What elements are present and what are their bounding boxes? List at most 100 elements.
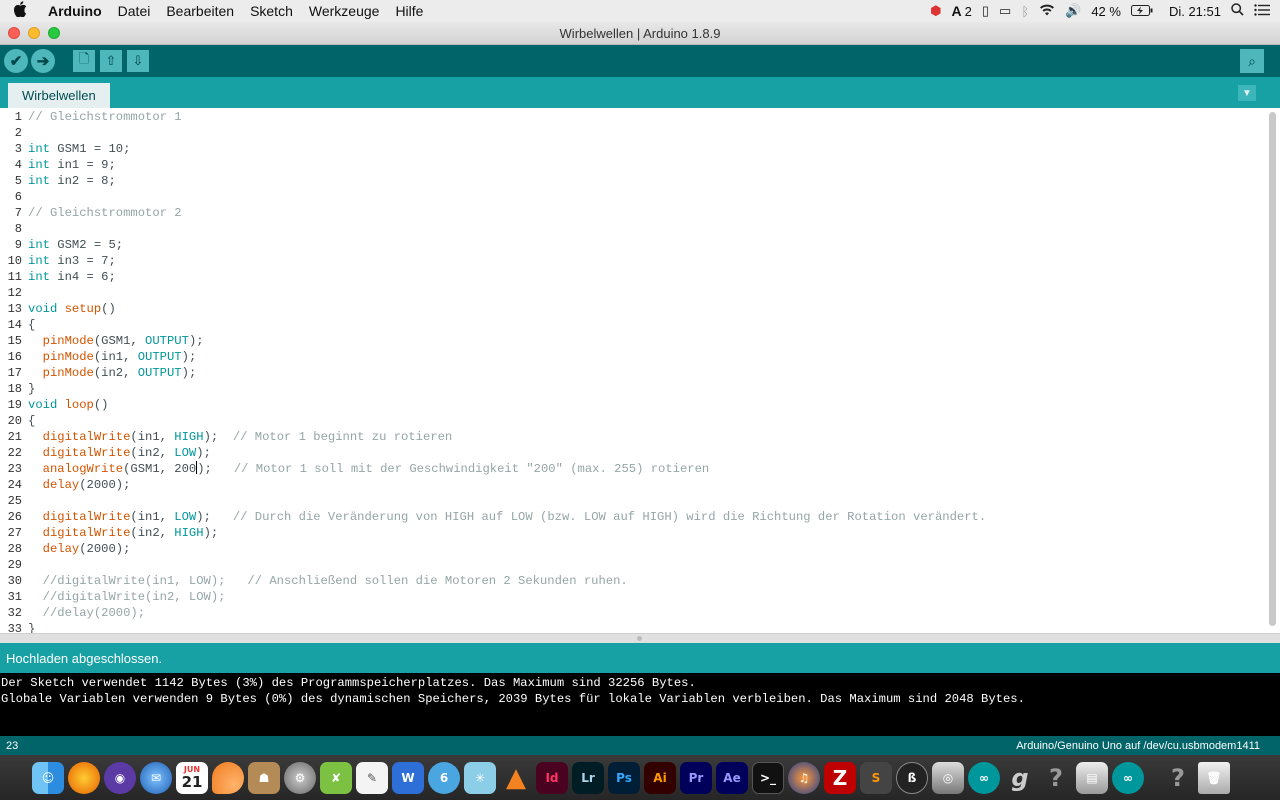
code-editor[interactable]: 1 2 3 4 5 6 7 8 9 10 11 12 13 14 15 16 17 18 19 20 21 22 23 24 2…	[0, 108, 1280, 633]
after-effects-icon[interactable]: Ae	[716, 761, 748, 794]
adobe-status[interactable]: A 2	[952, 3, 972, 19]
battery-percent: 42 %	[1091, 3, 1121, 19]
audio-app-icon[interactable]: ♫	[788, 761, 820, 794]
line-number: 29	[7, 558, 22, 572]
terminal-icon[interactable]: >_	[752, 761, 784, 794]
code-line[interactable]: delay(2000);	[28, 541, 131, 557]
code-line[interactable]: // Gleichstrommotor 2	[28, 205, 182, 221]
code-line[interactable]: void loop()	[28, 397, 109, 413]
code-line[interactable]: {	[28, 317, 35, 333]
board-port-info: Arduino/Genuino Uno auf /dev/cu.usbmodem…	[1016, 739, 1260, 752]
filezilla-icon[interactable]: Z	[824, 761, 856, 794]
code-line[interactable]: digitalWrite(in2, HIGH);	[28, 525, 219, 541]
wifi-icon[interactable]	[1039, 4, 1055, 19]
contacts-icon[interactable]: ☗	[248, 761, 280, 794]
panel-splitter[interactable]	[0, 633, 1280, 643]
code-line[interactable]: //digitalWrite(in1, LOW); // Anschließen…	[28, 573, 628, 589]
swirl-app-icon[interactable]: 6	[428, 761, 460, 794]
code-line[interactable]: analogWrite(GSM1, 200); // Motor 1 soll …	[28, 461, 709, 477]
indesign-icon[interactable]: Id	[536, 761, 568, 794]
sublime-like-app-icon[interactable]: S	[860, 761, 892, 794]
code-line[interactable]: }	[28, 381, 35, 397]
window-minimize-button[interactable]	[28, 27, 40, 39]
podcast-app-icon[interactable]: ◉	[104, 761, 136, 794]
unknown-app-icon[interactable]: ?	[1040, 762, 1072, 794]
menu-werkzeuge[interactable]: Werkzeuge	[301, 3, 388, 19]
serial-monitor-button[interactable]: ⌕	[1240, 49, 1264, 73]
line-number: 15	[7, 334, 22, 348]
g-app-icon[interactable]: g	[1004, 762, 1036, 794]
splitter-handle-icon	[637, 636, 642, 641]
help-icon[interactable]: ?	[1162, 762, 1194, 794]
code-line[interactable]: }	[28, 621, 35, 633]
arduino-running-icon[interactable]: ∞	[1112, 761, 1144, 794]
code-line[interactable]: int in1 = 9;	[28, 157, 116, 173]
adobe-count: 2	[964, 3, 972, 19]
code-line[interactable]: delay(2000);	[28, 477, 131, 493]
network-app-icon[interactable]: ✳	[464, 761, 496, 794]
window-close-button[interactable]	[8, 27, 20, 39]
code-line[interactable]: int in3 = 7;	[28, 253, 116, 269]
thunderbird-icon[interactable]: ✉	[140, 761, 172, 794]
code-line[interactable]: pinMode(in2, OUTPUT);	[28, 365, 197, 381]
verify-button[interactable]: ✔	[4, 49, 28, 73]
menu-datei[interactable]: Datei	[110, 3, 159, 19]
arduino-icon[interactable]: ∞	[968, 761, 1000, 794]
clipboard-icon[interactable]: ▯	[982, 3, 989, 19]
apple-menu-icon[interactable]	[0, 0, 40, 22]
code-line[interactable]: //digitalWrite(in2, LOW);	[28, 589, 226, 605]
ibooks-like-app-icon[interactable]: ß	[896, 761, 928, 794]
vlc-icon[interactable]: ▲	[500, 762, 532, 794]
code-line[interactable]: digitalWrite(in1, LOW); // Durch die Ver…	[28, 509, 987, 525]
lightroom-icon[interactable]: Lr	[572, 761, 604, 794]
code-line[interactable]: int in2 = 8;	[28, 173, 116, 189]
line-number: 27	[7, 526, 22, 540]
photoshop-icon[interactable]: Ps	[608, 761, 640, 794]
upload-button[interactable]: ➔	[31, 49, 55, 73]
textedit-icon[interactable]: ✎	[356, 761, 388, 794]
battery-icon[interactable]	[1130, 4, 1153, 19]
console-output[interactable]: Der Sketch verwendet 1142 Bytes (3%) des…	[0, 673, 1280, 736]
code-line[interactable]: // Gleichstrommotor 1	[28, 109, 182, 125]
keepassx-icon[interactable]: ✘	[320, 761, 352, 794]
editor-scrollbar[interactable]	[1269, 112, 1276, 626]
firefox-icon[interactable]	[68, 761, 100, 794]
code-line[interactable]: //delay(2000);	[28, 605, 145, 621]
word-like-app-icon[interactable]: W	[392, 761, 424, 794]
code-line[interactable]: pinMode(GSM1, OUTPUT);	[28, 333, 204, 349]
code-line[interactable]: {	[28, 413, 35, 429]
window-zoom-button[interactable]	[48, 27, 60, 39]
disk-utility-icon[interactable]: ◎	[932, 761, 964, 794]
calendar-icon[interactable]: JUN 21	[176, 761, 208, 794]
tab-wirbelwellen[interactable]: Wirbelwellen	[8, 83, 110, 108]
spotlight-search-icon[interactable]	[1231, 3, 1244, 19]
scanner-icon[interactable]: ▤	[1076, 761, 1108, 794]
menu-arduino[interactable]: Arduino	[40, 3, 110, 19]
volume-icon[interactable]: 🔊	[1065, 3, 1081, 19]
notification-center-icon[interactable]	[1254, 3, 1270, 19]
save-sketch-button[interactable]: ⇩	[127, 50, 149, 72]
code-line[interactable]: pinMode(in1, OUTPUT);	[28, 349, 197, 365]
dropbox-icon[interactable]: ⬢	[930, 3, 941, 19]
code-line[interactable]: digitalWrite(in1, HIGH); // Motor 1 begi…	[28, 429, 453, 445]
code-line[interactable]: void setup()	[28, 301, 116, 317]
code-line[interactable]: int GSM1 = 10;	[28, 141, 130, 157]
trash-icon[interactable]: 🗑	[1198, 761, 1230, 794]
finder-icon[interactable]: ☺	[32, 761, 64, 794]
premiere-icon[interactable]: Pr	[680, 761, 712, 794]
code-line[interactable]: int in4 = 6;	[28, 269, 116, 285]
open-sketch-button[interactable]: ⇧	[100, 50, 122, 72]
new-sketch-button[interactable]: 🗋	[73, 50, 95, 72]
tab-menu-button[interactable]: ▼	[1238, 85, 1256, 101]
menu-hilfe[interactable]: Hilfe	[387, 3, 431, 19]
menu-bearbeiten[interactable]: Bearbeiten	[158, 3, 242, 19]
bluetooth-icon[interactable]: ᛒ	[1021, 4, 1029, 19]
code-line[interactable]: digitalWrite(in2, LOW);	[28, 445, 211, 461]
menu-sketch[interactable]: Sketch	[242, 3, 301, 19]
clock[interactable]: Di. 21:51	[1163, 4, 1221, 19]
code-line[interactable]: int GSM2 = 5;	[28, 237, 123, 253]
orange-slice-app-icon[interactable]	[212, 761, 244, 794]
display-icon[interactable]: ▭	[999, 3, 1011, 19]
illustrator-icon[interactable]: Ai	[644, 761, 676, 794]
system-preferences-icon[interactable]: ⚙	[284, 761, 316, 794]
